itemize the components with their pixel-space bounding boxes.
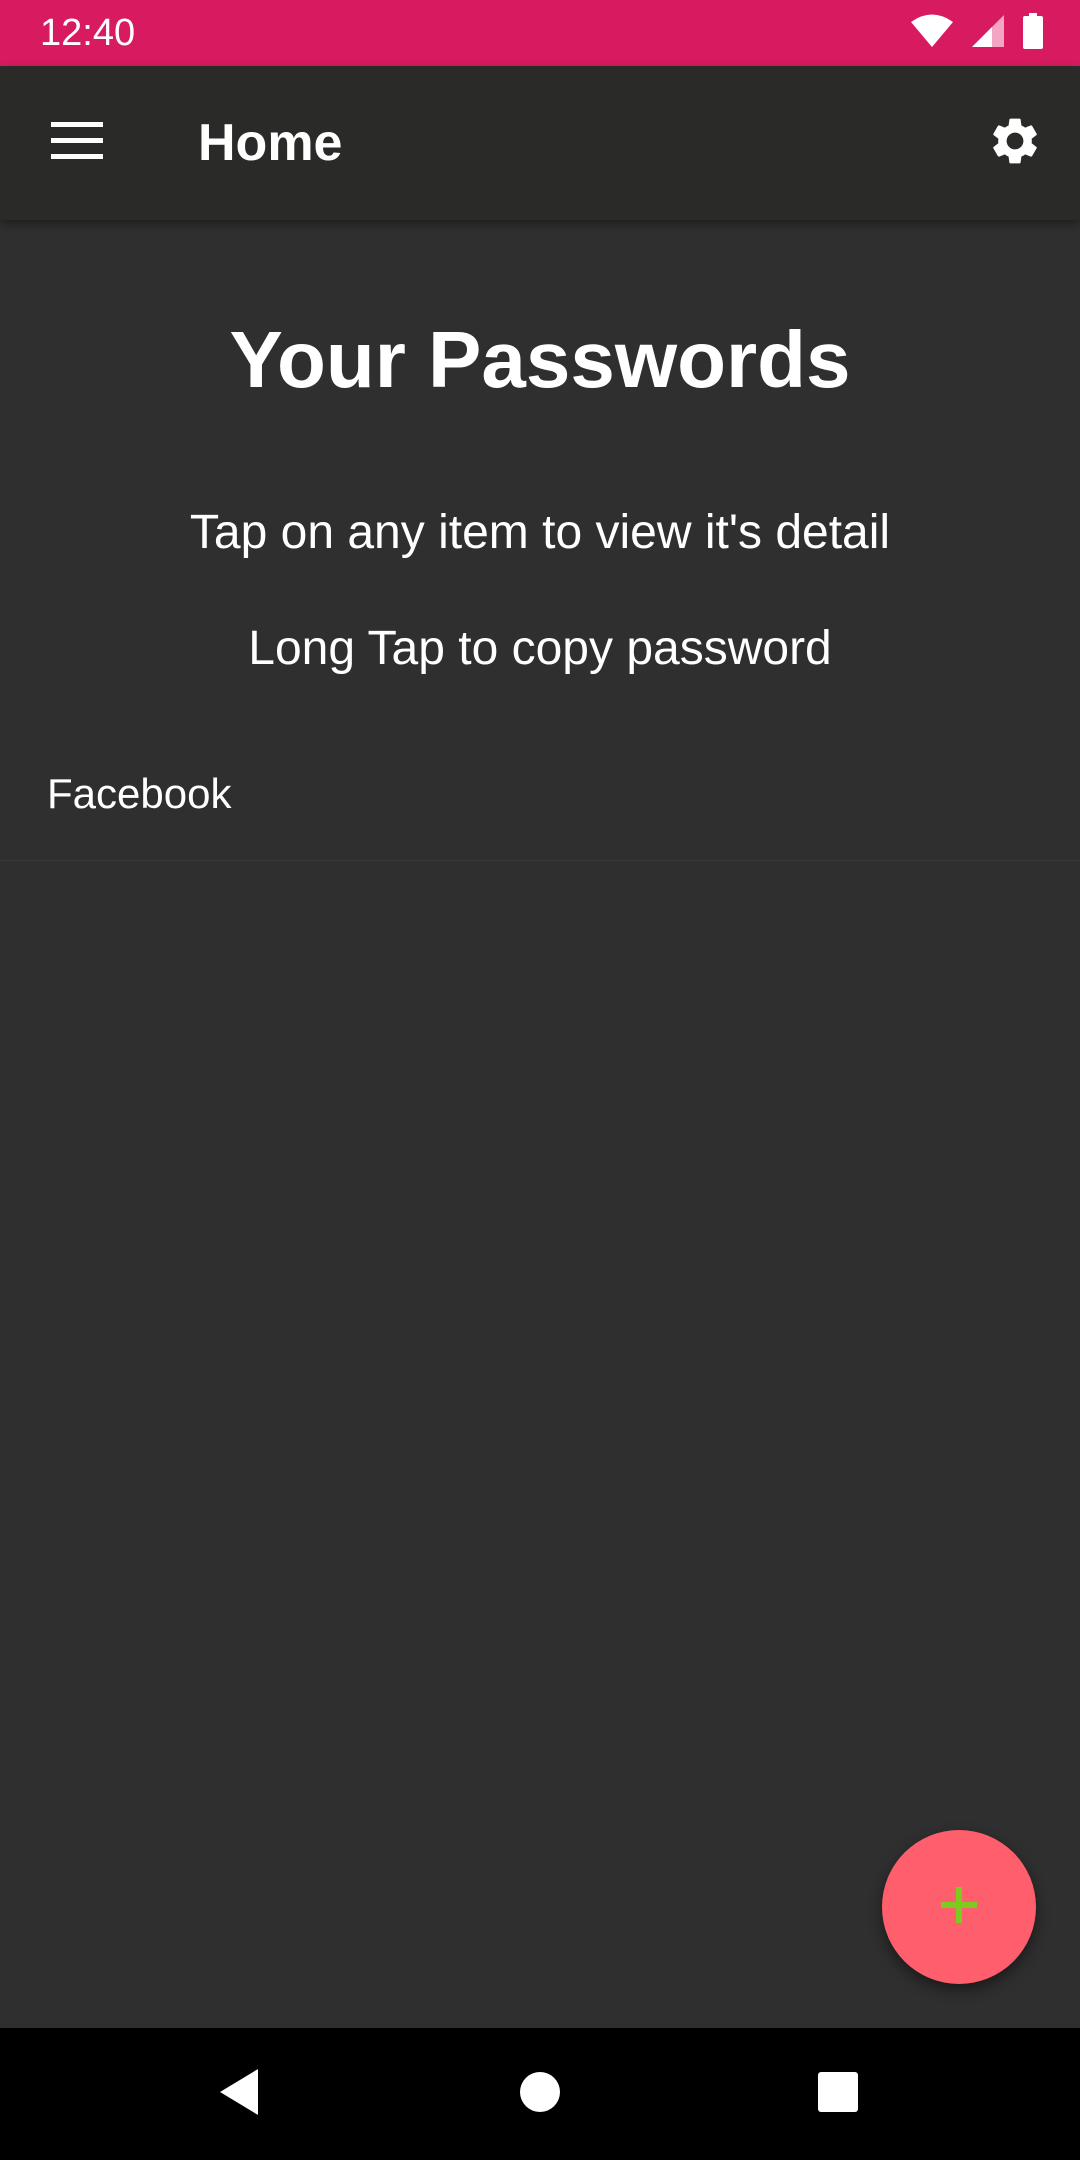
gear-icon	[987, 113, 1043, 174]
recents-icon	[817, 2071, 859, 2118]
list-item-label: Facebook	[47, 770, 232, 817]
password-list: Facebook	[0, 728, 1080, 861]
recents-button[interactable]	[772, 2028, 904, 2160]
status-icons	[910, 0, 1044, 66]
page-title: Your Passwords	[229, 315, 851, 404]
home-icon	[519, 2071, 561, 2118]
back-button[interactable]	[174, 2028, 306, 2160]
hint-view-detail: Tap on any item to view it's detail	[189, 506, 891, 559]
hint-copy-password: Long Tap to copy password	[248, 622, 832, 675]
list-item[interactable]: Facebook	[0, 728, 1080, 861]
status-time: 12:40	[40, 12, 136, 54]
menu-button[interactable]	[36, 102, 118, 184]
app-bar: Home	[0, 66, 1080, 220]
home-button[interactable]	[474, 2028, 606, 2160]
hamburger-menu-icon	[51, 121, 103, 165]
add-password-button[interactable]	[882, 1830, 1036, 1984]
wifi-icon	[910, 13, 954, 54]
cell-signal-icon	[970, 13, 1006, 54]
plus-icon	[939, 1885, 979, 1930]
settings-button[interactable]	[974, 102, 1056, 184]
battery-icon	[1022, 12, 1044, 54]
app-title: Home	[198, 114, 343, 172]
back-icon	[218, 2067, 262, 2122]
navigation-bar	[0, 2028, 1080, 2160]
status-bar: 12:40	[0, 0, 1080, 66]
